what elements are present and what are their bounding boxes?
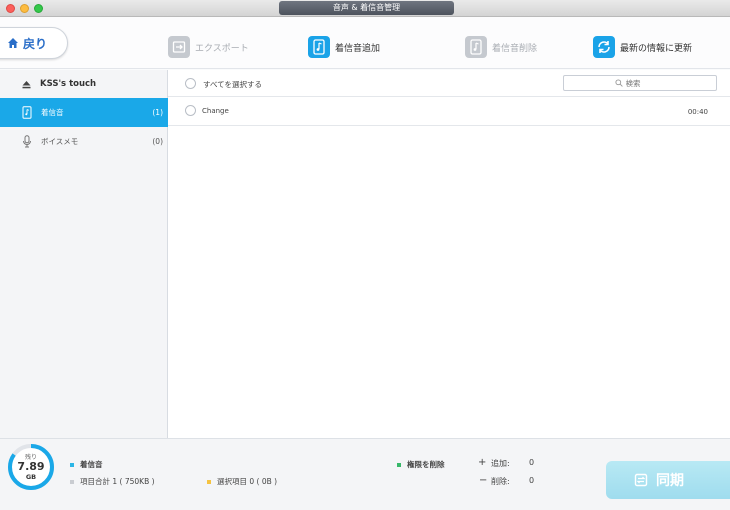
microphone-icon xyxy=(23,135,31,148)
legend-delete-permission-swatch xyxy=(397,462,401,467)
sidebar-item-voice-memos[interactable]: ボイスメモ (0) xyxy=(0,127,168,156)
title-bar: 音声 & 着信音管理 xyxy=(0,0,730,17)
refresh-icon xyxy=(593,36,615,58)
sidebar-item-count: (0) xyxy=(152,137,163,146)
export-icon xyxy=(168,36,190,58)
eject-icon[interactable] xyxy=(22,80,31,89)
device-name: KSS's touch xyxy=(40,79,97,89)
legend-selected: 選択項目 0 ( 0B ) xyxy=(207,476,277,487)
back-label: 戻り xyxy=(23,36,48,51)
storage-unit: GB xyxy=(25,473,37,481)
delete-ringtone-button[interactable]: 着信音削除 xyxy=(465,35,537,59)
sync-label: 同期 xyxy=(656,473,684,489)
minimize-window-button[interactable] xyxy=(20,4,29,13)
legend-ringtone: 着信音 xyxy=(70,459,103,470)
device-row[interactable]: KSS's touch xyxy=(0,70,168,98)
search-input[interactable] xyxy=(625,78,666,88)
add-ringtone-button[interactable]: 着信音追加 xyxy=(308,35,380,59)
export-button[interactable]: エクスポート xyxy=(168,35,249,59)
add-count-value: 0 xyxy=(529,458,535,467)
search-box[interactable] xyxy=(563,75,717,91)
close-window-button[interactable] xyxy=(6,4,15,13)
refresh-label: 最新の情報に更新 xyxy=(620,43,693,54)
legend-total: 項目合計 1 ( 750KB ) xyxy=(70,476,155,487)
list-header: すべてを選択する xyxy=(168,70,730,97)
toolbar: 戻り エクスポート 着信音追加 着信音削除 最新の情報に更新 xyxy=(0,17,730,69)
select-all-label: すべてを選択する xyxy=(203,80,263,89)
zoom-window-button[interactable] xyxy=(34,4,43,13)
back-button[interactable]: 戻り xyxy=(0,27,68,59)
legend-ringtone-swatch xyxy=(70,462,74,467)
legend-selected-swatch xyxy=(207,479,211,484)
sync-icon xyxy=(634,473,648,487)
legend-selected-label: 選択項目 0 ( 0B ) xyxy=(217,477,278,486)
delete-ringtone-icon xyxy=(465,36,487,58)
delete-count-label: 削除: xyxy=(491,477,510,486)
sidebar-item-ringtones[interactable]: 着信音 (1) xyxy=(0,98,168,127)
export-label: エクスポート xyxy=(195,43,249,54)
sidebar-item-count: (1) xyxy=(152,108,163,117)
sidebar-item-label: ボイスメモ xyxy=(41,137,79,146)
refresh-button[interactable]: 最新の情報に更新 xyxy=(593,35,692,59)
ringtone-name: Change xyxy=(202,107,229,115)
sidebar-item-label: 着信音 xyxy=(41,108,64,117)
legend-total-swatch xyxy=(70,479,74,484)
ringtone-list-panel: すべてを選択する Change 00:40 xyxy=(168,70,730,438)
legend-delete-permission-label: 権限を削除 xyxy=(407,460,445,469)
add-count-label: 追加: xyxy=(491,459,510,468)
home-icon xyxy=(8,38,18,48)
ringtone-duration: 00:40 xyxy=(687,108,708,116)
storage-value: 7.89 xyxy=(17,460,45,473)
footer: 残り 7.89 GB 着信音 項目合計 1 ( 750KB ) 選択項目 0 (… xyxy=(0,438,730,510)
add-ringtone-icon xyxy=(308,36,330,58)
storage-readout: 残り 7.89 GB xyxy=(6,442,56,492)
legend-delete-permission: 権限を削除 xyxy=(397,459,445,470)
delete-ringtone-label: 着信音削除 xyxy=(492,43,538,54)
delete-minus-icon: − xyxy=(479,475,488,486)
sidebar: KSS's touch 着信音 (1) ボイスメモ (0) xyxy=(0,70,168,438)
window-title: 音声 & 着信音管理 xyxy=(279,1,454,15)
table-row[interactable]: Change 00:40 xyxy=(168,97,730,126)
search-icon xyxy=(614,79,623,87)
sync-button[interactable]: 同期 xyxy=(606,461,730,499)
add-ringtone-label: 着信音追加 xyxy=(335,43,381,54)
app-window: 音声 & 着信音管理 戻り エクスポート 着信音追加 着信音削除 最新の情報に更… xyxy=(0,0,730,510)
delete-count-value: 0 xyxy=(529,476,535,485)
select-all-checkbox[interactable] xyxy=(185,78,196,89)
add-plus-icon: + xyxy=(478,457,487,468)
legend-total-label: 項目合計 1 ( 750KB ) xyxy=(80,477,155,486)
ringtone-icon xyxy=(22,106,32,119)
legend-ringtone-label: 着信音 xyxy=(80,460,103,469)
row-checkbox[interactable] xyxy=(185,105,196,116)
